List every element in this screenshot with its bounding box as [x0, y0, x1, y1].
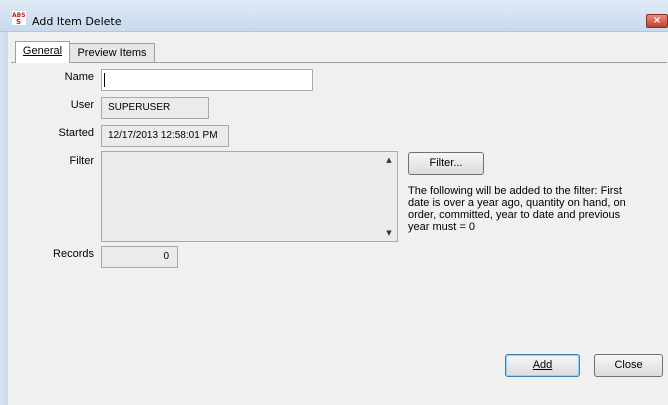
records-field: 0	[101, 246, 178, 268]
scroll-down-icon[interactable]: ▼	[385, 229, 393, 237]
user-label: User	[70, 99, 94, 111]
started-field: 12/17/2013 12:58:01 PM	[101, 125, 229, 147]
name-label: Name	[64, 71, 94, 83]
window-title: Add Item Delete	[32, 15, 122, 28]
started-label: Started	[58, 127, 94, 139]
records-label: Records	[53, 248, 94, 260]
dialog-window: ABS S Add Item Delete × Preview Items Ge…	[0, 0, 668, 405]
add-button[interactable]: Add	[505, 354, 580, 377]
filter-label: Filter	[69, 155, 94, 167]
tab-general-label: General	[22, 45, 63, 57]
filter-textarea[interactable]: ▲ ▼	[101, 151, 398, 242]
scroll-up-icon[interactable]: ▲	[385, 156, 393, 164]
title-bar[interactable]: ABS S Add Item Delete ×	[0, 0, 668, 32]
filter-button[interactable]: Filter...	[408, 152, 484, 175]
window-frame	[0, 32, 8, 405]
app-logo-icon: ABS S	[12, 11, 26, 25]
svg-text:S: S	[16, 18, 21, 25]
filter-scrollbar[interactable]: ▲ ▼	[381, 152, 397, 241]
close-button-label: Close	[614, 359, 643, 371]
close-window-button[interactable]: ×	[646, 14, 668, 28]
tab-preview-items[interactable]: Preview Items	[69, 43, 155, 63]
add-button-label: Add	[532, 359, 553, 371]
close-button[interactable]: Close	[594, 354, 663, 377]
text-caret	[104, 73, 105, 87]
tab-general[interactable]: General	[15, 41, 70, 63]
user-field: SUPERUSER	[101, 97, 209, 119]
filter-note: The following will be added to the filte…	[408, 185, 626, 233]
name-input[interactable]	[101, 69, 313, 91]
